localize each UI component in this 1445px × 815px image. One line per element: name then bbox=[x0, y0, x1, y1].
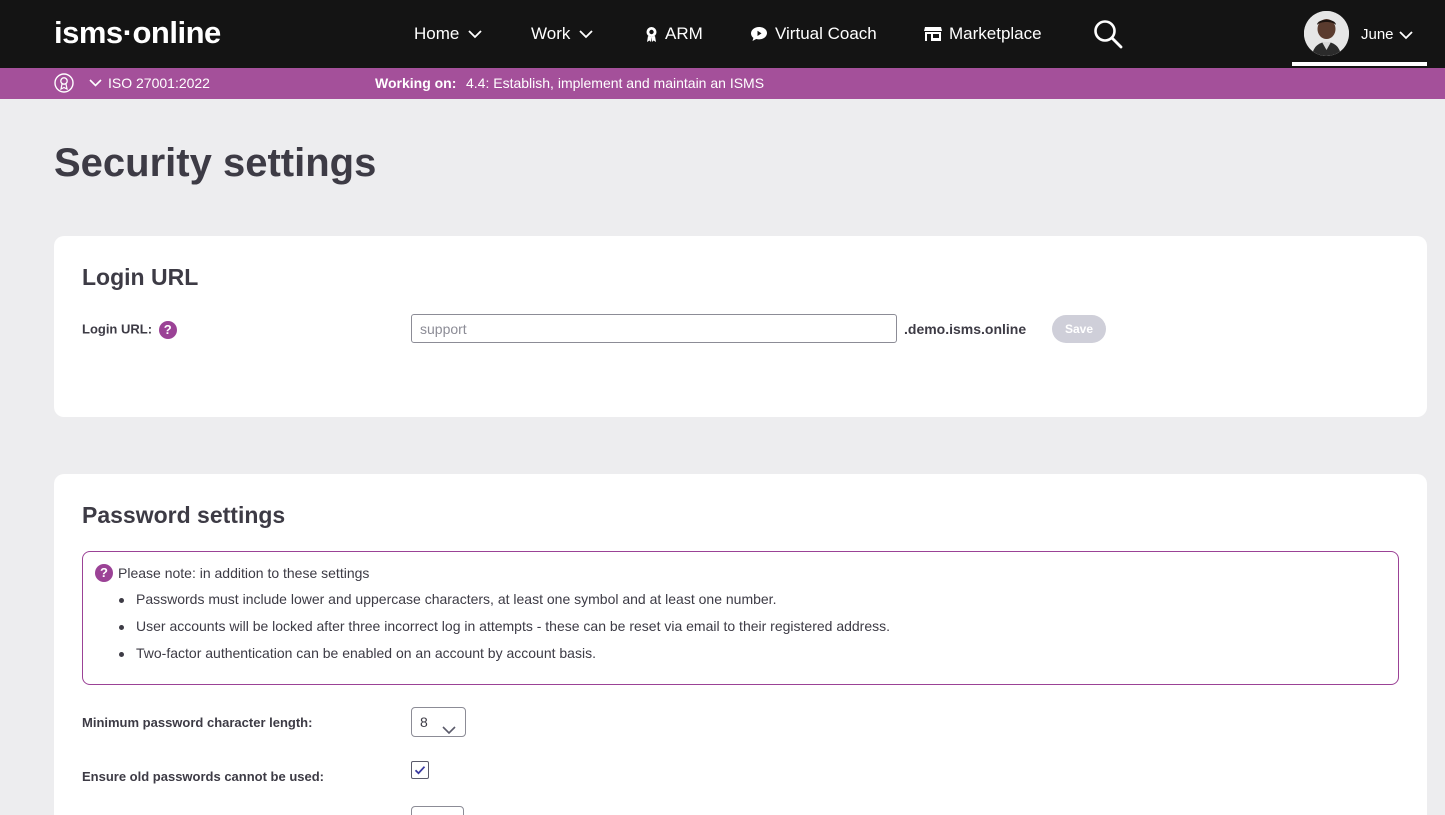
chevron-down-icon bbox=[468, 29, 482, 39]
standard-label: ISO 27001:2022 bbox=[108, 75, 210, 91]
working-on-label: Working on: bbox=[375, 75, 457, 91]
nav-marketplace[interactable]: Marketplace bbox=[924, 22, 1042, 46]
context-bar: ISO 27001:2022 Working on: 4.4: Establis… bbox=[0, 68, 1445, 99]
active-underline bbox=[1292, 62, 1427, 66]
current-task-link[interactable]: 4.4: Establish, implement and maintain a… bbox=[466, 75, 764, 91]
user-menu[interactable]: June bbox=[1292, 0, 1427, 68]
page-title: Security settings bbox=[54, 141, 377, 185]
search-icon[interactable] bbox=[1092, 18, 1124, 50]
note-header: ? Please note: in addition to these sett… bbox=[95, 564, 369, 582]
chevron-down-icon bbox=[442, 716, 456, 744]
min-length-select[interactable]: 8 bbox=[411, 707, 466, 737]
login-url-card: Login URL Login URL: ? .demo.isms.online… bbox=[54, 236, 1427, 417]
standard-badge-icon bbox=[54, 73, 74, 93]
nav-virtual-coach-label: Virtual Coach bbox=[775, 24, 877, 43]
note-title: Please note: in addition to these settin… bbox=[118, 565, 370, 581]
user-name: June bbox=[1361, 26, 1394, 43]
nav-home[interactable]: Home bbox=[414, 22, 482, 46]
list-item: User accounts will be locked after three… bbox=[119, 618, 890, 645]
nav-work[interactable]: Work bbox=[531, 22, 593, 46]
store-icon bbox=[924, 26, 942, 42]
list-item: Two-factor authentication can be enabled… bbox=[119, 645, 890, 672]
password-expiry-select[interactable] bbox=[411, 806, 464, 815]
chat-play-icon bbox=[750, 26, 768, 42]
domain-suffix: .demo.isms.online bbox=[904, 321, 1027, 337]
password-settings-heading: Password settings bbox=[82, 502, 286, 528]
password-note-box: ? Please note: in addition to these sett… bbox=[82, 551, 1399, 685]
login-url-heading: Login URL bbox=[82, 264, 199, 290]
award-icon bbox=[645, 26, 658, 43]
login-url-input[interactable] bbox=[411, 314, 897, 343]
nav-work-label: Work bbox=[531, 24, 571, 43]
avatar bbox=[1304, 11, 1349, 56]
nav-arm[interactable]: ARM bbox=[645, 22, 703, 46]
note-list: Passwords must include lower and upperca… bbox=[119, 591, 890, 672]
top-navigation: isms·online Home Work ARM Virtual Coach … bbox=[0, 0, 1445, 68]
chevron-down-icon bbox=[89, 79, 102, 87]
save-button[interactable]: Save bbox=[1052, 315, 1106, 343]
min-length-label: Minimum password character length: bbox=[82, 715, 313, 730]
help-icon: ? bbox=[95, 564, 113, 582]
nav-marketplace-label: Marketplace bbox=[949, 24, 1042, 43]
password-settings-card: Password settings ? Please note: in addi… bbox=[54, 474, 1427, 815]
nav-arm-label: ARM bbox=[665, 24, 703, 43]
checkmark-icon bbox=[414, 766, 426, 775]
list-item: Passwords must include lower and upperca… bbox=[119, 591, 890, 618]
nav-home-label: Home bbox=[414, 24, 460, 43]
isms-online-logo[interactable]: isms·online bbox=[54, 14, 221, 52]
help-icon[interactable]: ? bbox=[158, 321, 177, 339]
login-url-field-label: Login URL: ? bbox=[82, 321, 177, 339]
chevron-down-icon bbox=[1399, 27, 1413, 45]
old-passwords-label: Ensure old passwords cannot be used: bbox=[82, 769, 324, 784]
standard-selector[interactable]: ISO 27001:2022 bbox=[89, 75, 210, 91]
chevron-down-icon bbox=[579, 29, 593, 39]
min-length-value: 8 bbox=[420, 714, 428, 730]
old-passwords-checkbox[interactable] bbox=[411, 761, 429, 779]
login-url-label-text: Login URL: bbox=[82, 321, 153, 337]
nav-virtual-coach[interactable]: Virtual Coach bbox=[750, 22, 877, 46]
